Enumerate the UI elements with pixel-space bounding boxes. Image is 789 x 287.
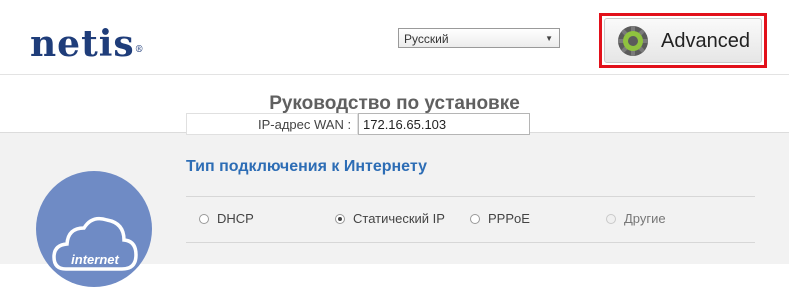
radio-button[interactable] (470, 214, 480, 224)
radio-dhcp[interactable]: DHCP (199, 211, 254, 226)
internet-icon: internet (36, 171, 152, 287)
radio-button[interactable] (199, 214, 209, 224)
radio-label: DHCP (217, 211, 254, 226)
section-title: Тип подключения к Интернету (186, 158, 427, 175)
cloud-icon: internet (52, 216, 138, 271)
language-select[interactable]: Русский ▼ (398, 28, 560, 48)
divider (186, 242, 755, 243)
radio-label: PPPoE (488, 211, 530, 226)
radio-button-disabled (606, 214, 616, 224)
advanced-button-label: Advanced (661, 30, 750, 52)
page-title: Руководство по установке (269, 93, 520, 114)
radio-label: Другие (624, 211, 666, 226)
divider (186, 196, 755, 197)
radio-button-selected[interactable] (335, 214, 345, 224)
radio-other: Другие (606, 211, 666, 226)
wan-ip-label: IP-адрес WAN : (258, 117, 352, 132)
language-selected-value: Русский (404, 32, 449, 46)
setup-panel: internet Тип подключения к Интернету DHC… (0, 133, 789, 287)
chevron-down-icon: ▼ (545, 34, 553, 43)
radio-pppoe[interactable]: PPPoE (470, 211, 530, 226)
netis-logo[interactable]: netis® (30, 22, 145, 66)
radio-label: Статический IP (353, 211, 445, 226)
advanced-button[interactable]: Advanced (604, 18, 762, 63)
radio-static-ip[interactable]: Статический IP (335, 211, 445, 226)
wan-ip-input[interactable]: 172.16.65.103 (358, 113, 530, 135)
registered-mark: ® (134, 45, 145, 55)
gear-icon (618, 26, 648, 56)
logo-text: netis (30, 23, 135, 65)
internet-icon-label: internet (71, 252, 119, 267)
